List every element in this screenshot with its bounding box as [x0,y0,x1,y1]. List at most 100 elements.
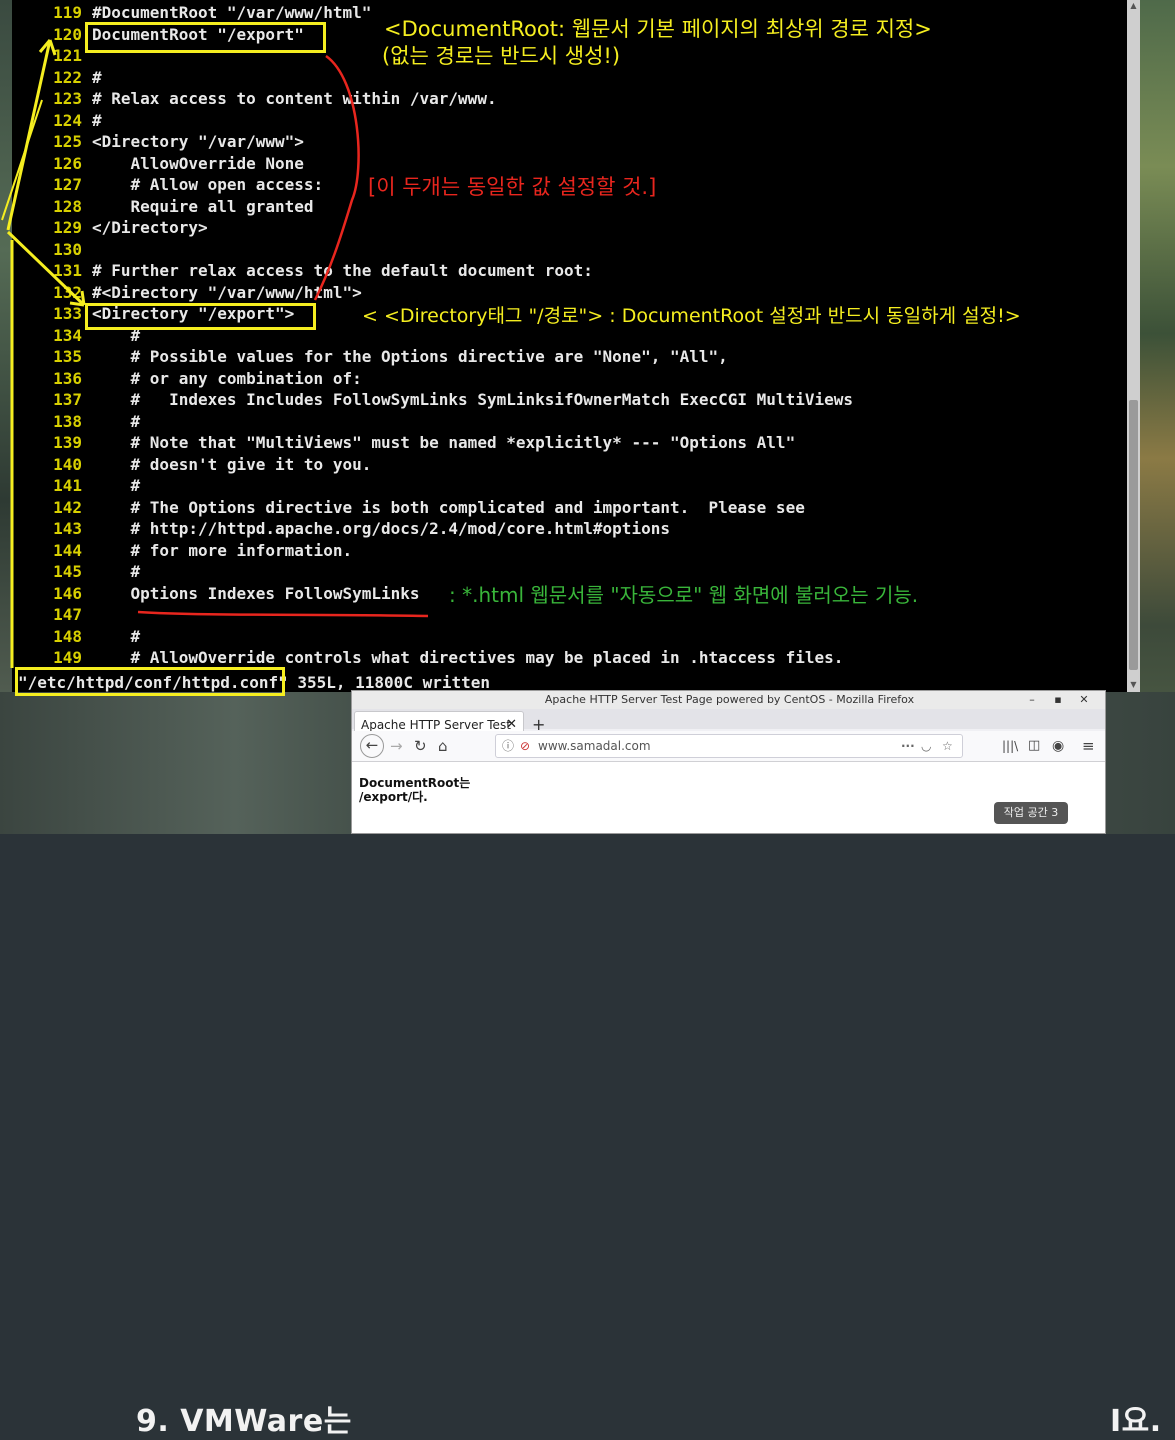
line-text: # Allow open access: [92,175,324,194]
code-line[interactable]: 128 Require all granted [12,196,314,217]
annotation-same-value: [이 두개는 동일한 값 설정할 것.] [368,175,657,199]
line-text: # Indexes Includes FollowSymLinks SymLin… [92,390,853,409]
line-number: 147 [53,605,82,624]
line-text: #DocumentRoot "/var/www/html" [92,3,372,22]
line-number: 121 [53,46,82,65]
line-number: 131 [53,261,82,280]
code-line[interactable]: 138 # [12,411,140,432]
code-line[interactable]: 136 # or any combination of: [12,368,362,389]
insecure-lock-icon[interactable]: ⊘ [520,735,530,757]
url-text[interactable]: www.samadal.com [538,735,651,757]
url-bar[interactable]: ⓘ ⊘ www.samadal.com ··· ◡ ☆ [495,734,963,758]
code-line[interactable]: 145 # [12,561,140,582]
account-icon[interactable]: ◉ [1052,735,1064,757]
code-line[interactable]: 125 <Directory "/var/www"> [12,131,304,152]
line-number: 137 [53,390,82,409]
code-line[interactable]: 143 # http://httpd.apache.org/docs/2.4/m… [12,518,670,539]
code-line[interactable]: 140 # doesn't give it to you. [12,454,371,475]
line-number: 132 [53,282,82,302]
highlight-box-config-path [15,667,285,696]
home-icon[interactable]: ⌂ [438,735,448,757]
code-line[interactable]: 129 </Directory> [12,217,208,238]
library-icon[interactable]: |||\ [1002,735,1018,757]
line-number: 135 [53,347,82,366]
code-line[interactable]: 144 # for more information. [12,540,352,561]
line-text: # [92,626,141,646]
scroll-up-icon[interactable]: ▲ [1129,1,1138,11]
line-number: 128 [53,196,82,216]
code-line[interactable]: 142 # The Options directive is both comp… [12,497,805,518]
background-caption-left: 9. VMWare는 [136,1404,352,1439]
hamburger-menu-icon[interactable]: ≡ [1082,735,1095,757]
page-content: DocumentRoot는 /export/다. 작업 공간 3 [352,762,1105,833]
bookmark-star-icon[interactable]: ☆ [942,735,953,757]
code-line[interactable]: 148 # [12,626,140,647]
line-number: 124 [53,110,82,130]
navigation-toolbar: ← → ↻ ⌂ ⓘ ⊘ www.samadal.com ··· ◡ ☆ |||\… [352,731,1105,762]
close-window-icon[interactable]: ✕ [1071,691,1097,709]
line-number: 129 [53,218,82,237]
line-text: # Relax access to content within /var/ww… [92,89,497,108]
sidebar-icon[interactable]: ◫ [1028,735,1040,757]
line-text: # for more information. [92,540,353,560]
line-number: 130 [53,239,82,259]
code-line[interactable]: 123 # Relax access to content within /var… [12,88,497,109]
line-text: # Note that "MultiViews" must be named *… [92,433,796,452]
code-line[interactable]: 147 [12,604,92,625]
line-number: 144 [53,540,82,560]
scrollbar-thumb[interactable] [1129,400,1138,670]
line-number: 142 [53,497,82,517]
minimize-icon[interactable]: – [1019,691,1045,709]
code-line[interactable]: 132 #<Directory "/var/www/html"> [12,282,362,303]
page-text-line2: /export/다. [359,790,428,804]
code-line[interactable]: 121 [12,45,92,66]
line-text: # http://httpd.apache.org/docs/2.4/mod/c… [92,519,670,538]
info-icon[interactable]: ⓘ [502,735,514,757]
firefox-window[interactable]: Apache HTTP Server Test Page powered by … [351,690,1106,834]
code-line[interactable]: 149 # AllowOverride controls what direct… [12,647,843,668]
forward-icon[interactable]: → [390,735,403,757]
code-line[interactable]: 127 # Allow open access: [12,174,323,195]
code-line[interactable]: 124 # [12,110,102,131]
annotation-create-path: (없는 경로는 반드시 생성!) [382,44,621,68]
code-line[interactable]: 122 # [12,67,102,88]
line-number: 119 [53,3,82,22]
line-text: #<Directory "/var/www/html"> [92,282,362,302]
firefox-title-bar[interactable]: Apache HTTP Server Test Page powered by … [352,691,1105,709]
line-number: 136 [53,368,82,388]
line-number: 146 [53,583,82,603]
code-line[interactable]: 131 # Further relax access to the default… [12,260,593,281]
highlight-box-directory [85,303,316,330]
workspace-badge[interactable]: 작업 공간 3 [994,802,1068,824]
line-text: # or any combination of: [92,368,362,388]
line-number: 133 [53,304,82,323]
line-text: # [92,110,102,130]
background-caption-right: I요. [1110,1404,1162,1439]
annotation-documentroot: <DocumentRoot: 웹문서 기본 페이지의 최상위 경로 지정> [384,17,932,41]
pocket-icon[interactable]: ◡ [921,735,931,757]
line-text: Options Indexes FollowSymLinks [92,583,420,603]
page-text-line1: DocumentRoot는 [359,776,471,790]
line-text: # [92,411,141,431]
code-line[interactable]: 119 #DocumentRoot "/var/www/html" [12,2,371,23]
window-controls: – ▪ ✕ [1019,691,1097,709]
code-line[interactable]: 146 Options Indexes FollowSymLinks [12,583,420,604]
code-line[interactable]: 130 [12,239,92,260]
scroll-down-icon[interactable]: ▼ [1129,680,1138,690]
line-text: # [92,67,102,87]
code-line[interactable]: 141 # [12,475,140,496]
annotation-directory-tag: < <Directory태그 "/경로"> : DocumentRoot 설정과… [362,305,1021,327]
code-line[interactable]: 137 # Indexes Includes FollowSymLinks Sy… [12,389,853,410]
back-icon[interactable]: ← [360,734,384,758]
maximize-icon[interactable]: ▪ [1045,691,1071,709]
line-text: Require all granted [92,196,314,216]
reload-icon[interactable]: ↻ [414,735,427,757]
tab-bar: Apache HTTP Server Test Pa ✕ + [352,709,1105,758]
line-text: # AllowOverride controls what directives… [92,648,844,667]
code-line[interactable]: 126 AllowOverride None [12,153,304,174]
page-text: DocumentRoot는 /export/다. [359,776,470,804]
terminal-scrollbar[interactable]: ▲ ▼ [1127,0,1140,692]
menu-dots-icon[interactable]: ··· [901,735,915,757]
code-line[interactable]: 135 # Possible values for the Options di… [12,346,728,367]
code-line[interactable]: 139 # Note that "MultiViews" must be nam… [12,432,795,453]
